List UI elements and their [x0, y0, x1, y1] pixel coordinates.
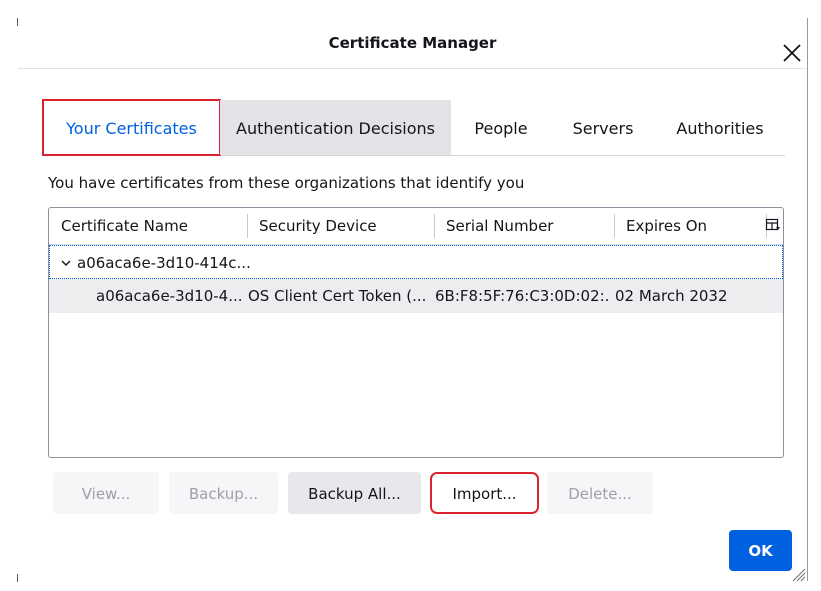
dialog-titlebar: Certificate Manager: [18, 18, 807, 69]
column-header-serial-number[interactable]: Serial Number: [434, 208, 614, 244]
cell-expires-on: 02 March 2032: [615, 287, 728, 305]
tree-header: Certificate Name Security Device Serial …: [49, 208, 783, 245]
tab-servers[interactable]: Servers: [551, 100, 655, 155]
dialog-title: Certificate Manager: [328, 34, 497, 52]
resize-grip-icon[interactable]: [790, 566, 806, 582]
certificate-manager-dialog: Certificate Manager Your Certificates Au…: [0, 0, 821, 591]
close-icon[interactable]: [781, 42, 803, 64]
cell-serial-number: 6B:F8:5F:76:C3:0D:02:...: [435, 287, 610, 305]
tab-your-certificates[interactable]: Your Certificates: [42, 99, 221, 156]
column-picker-icon[interactable]: [765, 216, 781, 234]
column-header-expires-on[interactable]: Expires On: [614, 208, 766, 244]
tab-authentication-decisions[interactable]: Authentication Decisions: [220, 100, 451, 155]
window-corner-bottom-left: [17, 574, 18, 582]
tab-bar: Your Certificates Authentication Decisio…: [42, 99, 785, 156]
column-header-certificate-name[interactable]: Certificate Name: [49, 208, 247, 244]
ok-button[interactable]: OK: [729, 530, 792, 571]
tab-people[interactable]: People: [451, 100, 551, 155]
backup-all-button[interactable]: Backup All...: [288, 472, 421, 514]
table-row[interactable]: a06aca6e-3d10-4... OS Client Cert Token …: [49, 279, 783, 313]
cell-security-device: OS Client Cert Token (...: [248, 287, 427, 305]
cell-certificate-name: a06aca6e-3d10-4...: [96, 287, 243, 305]
description-text: You have certificates from these organiz…: [48, 174, 525, 192]
window-edge-right: [807, 18, 808, 581]
tree-group-row[interactable]: a06aca6e-3d10-414c...: [49, 245, 783, 279]
delete-button[interactable]: Delete...: [547, 472, 653, 514]
certificate-tree[interactable]: Certificate Name Security Device Serial …: [48, 207, 784, 458]
view-button[interactable]: View...: [53, 472, 159, 514]
backup-button[interactable]: Backup...: [169, 472, 278, 514]
group-label: a06aca6e-3d10-414c...: [77, 254, 251, 272]
import-button[interactable]: Import...: [430, 472, 539, 514]
tab-authorities[interactable]: Authorities: [655, 100, 785, 155]
chevron-down-icon[interactable]: [60, 257, 72, 269]
column-header-security-device[interactable]: Security Device: [247, 208, 434, 244]
